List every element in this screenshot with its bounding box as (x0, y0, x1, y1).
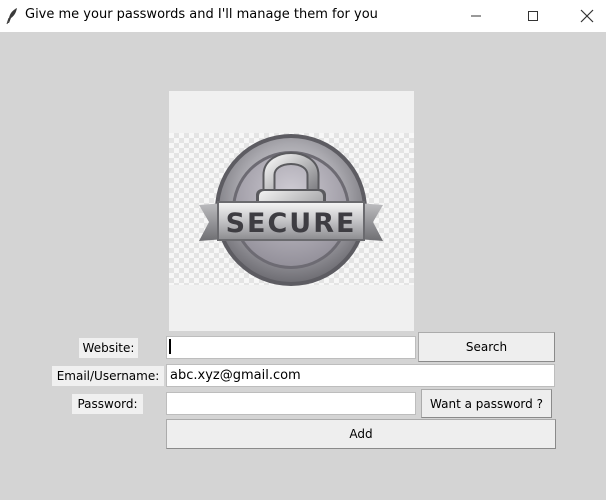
title-bar: Give me your passwords and I'll manage t… (0, 0, 606, 32)
maximize-icon (528, 11, 538, 21)
website-input[interactable] (166, 336, 416, 359)
logo-canvas: SECURE (169, 91, 414, 331)
email-input[interactable] (166, 364, 555, 387)
secure-text: SECURE (226, 208, 357, 239)
window-title: Give me your passwords and I'll manage t… (25, 7, 378, 22)
email-label: Email/Username: (52, 366, 164, 386)
feather-icon (6, 8, 17, 25)
text-cursor (169, 339, 171, 354)
maximize-button[interactable] (510, 0, 556, 32)
close-button[interactable] (564, 0, 606, 32)
app-window: Give me your passwords and I'll manage t… (0, 0, 606, 500)
close-icon (580, 9, 594, 23)
generate-password-button[interactable]: Want a password ? (421, 389, 552, 418)
add-button[interactable]: Add (166, 419, 556, 449)
website-label: Website: (79, 338, 138, 358)
password-label: Password: (72, 394, 143, 414)
password-input[interactable] (166, 392, 416, 415)
search-button[interactable]: Search (418, 332, 555, 362)
padlock-badge-icon: SECURE (199, 134, 383, 286)
minimize-icon (471, 15, 481, 17)
minimize-button[interactable] (453, 0, 499, 32)
